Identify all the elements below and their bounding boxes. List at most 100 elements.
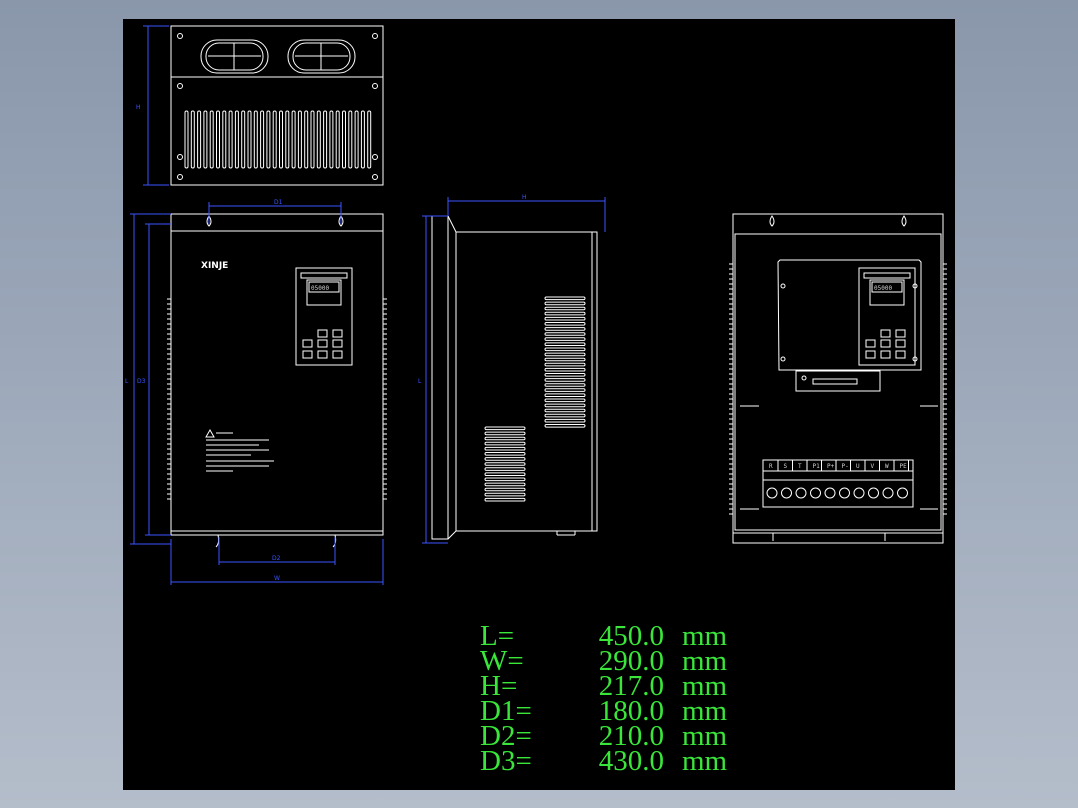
vent-slot [484, 482, 526, 487]
vent-slot [484, 462, 526, 466]
vent-slot [544, 418, 586, 423]
terminal-label: P- [842, 463, 849, 470]
vent-slot [544, 362, 586, 367]
terminal-screw [882, 487, 894, 499]
vent-slot [209, 110, 214, 169]
label-d3: D3 [137, 378, 146, 385]
vent-slot [484, 457, 526, 461]
vent-slot [544, 408, 586, 413]
vent-slot [484, 492, 526, 497]
vent-slot [544, 316, 586, 321]
label-front-width: W [274, 575, 280, 582]
terminal-label: S [784, 463, 788, 470]
vent-slot [544, 342, 586, 346]
vent-slot [484, 497, 526, 502]
label-front-l: L [125, 378, 129, 385]
vent-slot [544, 327, 586, 331]
terminal-screw [766, 487, 778, 499]
display-readout-open: 05000 [874, 285, 892, 292]
terminal-screw [853, 487, 865, 499]
vent-slot [544, 352, 586, 357]
side-view [431, 215, 598, 540]
vent-slot [190, 110, 195, 169]
vent-slot [484, 446, 526, 451]
terminal-label: R [769, 463, 773, 470]
dimension-row: D3= 430.0 mm [480, 745, 728, 777]
vent-slot [484, 436, 526, 441]
vent-slot [484, 426, 526, 431]
vent-slot [323, 110, 328, 169]
label-side-l: L [418, 378, 422, 385]
side-ribs-right [383, 298, 387, 500]
terminal-label: U [856, 463, 860, 470]
front-view [167, 213, 387, 548]
vent-slot [342, 110, 346, 169]
vent-slot [544, 383, 586, 387]
vent-slot [484, 441, 526, 446]
vent-slot [544, 337, 586, 341]
vent-slot [279, 110, 283, 169]
terminal-label: P+ [827, 463, 835, 470]
fan-left [200, 39, 269, 74]
vent-slot [544, 322, 586, 326]
vent-slot [544, 403, 586, 408]
vent-slot [544, 332, 586, 336]
vent-slots-top [184, 110, 372, 169]
vent-slot [484, 477, 526, 482]
open-ribs-left [729, 263, 733, 515]
vent-slot [310, 110, 315, 169]
dimension-label: D3= [480, 745, 532, 777]
terminal-screw [795, 487, 807, 499]
vent-slot [184, 110, 189, 169]
vent-slot [544, 306, 586, 311]
dimension-value: 430.0 [598, 745, 664, 777]
terminal-label: P1 [813, 463, 821, 470]
vent-slot [291, 110, 296, 169]
keypad-panel [295, 267, 353, 366]
terminal-screw [868, 487, 879, 499]
terminal-screw [824, 487, 836, 499]
vent-slot [285, 110, 290, 169]
terminal-screw [839, 487, 850, 499]
vent-slot [544, 357, 586, 362]
dimension-top-h [143, 25, 169, 186]
vent-slot [354, 110, 359, 169]
label-d2: D2 [272, 555, 281, 562]
top-view [170, 25, 384, 186]
terminal-label: T [798, 463, 802, 470]
vent-slot [484, 472, 526, 476]
display-readout: 05000 [311, 285, 329, 292]
side-ribs-left [167, 298, 171, 500]
label-top-height: H [136, 104, 141, 111]
dimension-table: L= 450.0 mm W= 290.0 mm H= 217.0 mm D1= 180.0 mm D2=… [480, 622, 728, 777]
open-view [729, 213, 947, 544]
vent-slot [329, 110, 334, 169]
vent-slot [272, 110, 277, 169]
vent-slot [316, 110, 321, 169]
vent-slot [544, 301, 586, 306]
open-ribs-right [943, 263, 947, 515]
vent-slot [260, 110, 265, 169]
vent-slot [484, 467, 526, 471]
terminal-label: W [885, 463, 889, 470]
vent-slot [253, 110, 258, 169]
terminal-screw [810, 487, 821, 499]
vent-slot [544, 398, 586, 403]
vent-slot [241, 110, 246, 169]
dimension-unit: mm [682, 745, 728, 777]
warning-label [205, 428, 274, 472]
vent-slot [348, 110, 353, 169]
vent-slot [222, 110, 227, 169]
vent-slot [544, 347, 586, 352]
terminal-label: PE [900, 463, 908, 470]
fan-right [287, 39, 356, 74]
vent-slot [544, 378, 586, 382]
vent-slot [544, 367, 586, 372]
vent-slot [484, 431, 526, 436]
vent-slot [544, 388, 586, 392]
vent-slot [216, 110, 220, 169]
side-vent-lower [484, 426, 526, 502]
vent-slot [367, 110, 372, 169]
terminal-screw [781, 487, 792, 499]
cad-drawing-canvas[interactable]: XINJE 05000 05000 D1 H D2 W D3 L H L R S T… [123, 19, 955, 790]
